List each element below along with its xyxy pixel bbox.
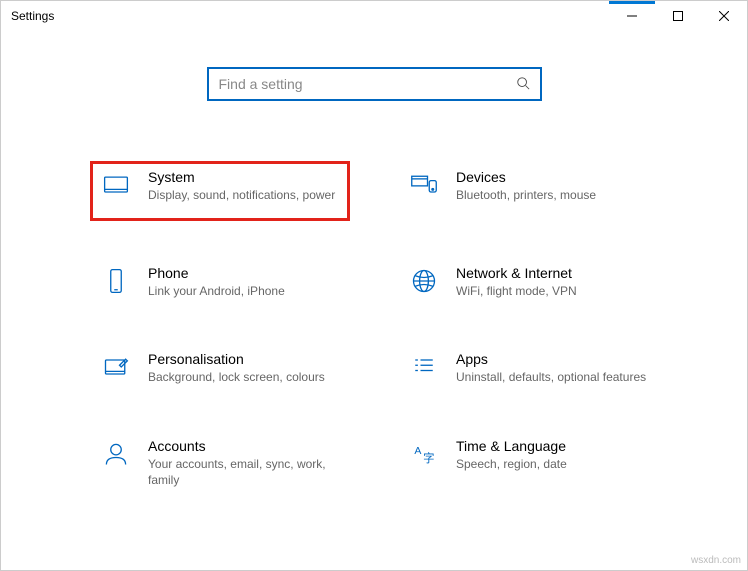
titlebar: Settings bbox=[1, 1, 747, 31]
tile-title: Network & Internet bbox=[456, 265, 577, 281]
close-button[interactable] bbox=[701, 1, 747, 31]
tile-title: Personalisation bbox=[148, 351, 325, 367]
tile-desc: Your accounts, email, sync, work, family bbox=[148, 456, 340, 488]
tile-title: Devices bbox=[456, 169, 596, 185]
search-icon bbox=[516, 76, 530, 93]
tile-title: Apps bbox=[456, 351, 646, 367]
window-title: Settings bbox=[11, 9, 54, 23]
tile-title: System bbox=[148, 169, 335, 185]
tile-desc: Display, sound, notifications, power bbox=[148, 187, 335, 203]
titlebar-accent bbox=[609, 1, 655, 4]
devices-icon bbox=[408, 169, 440, 201]
settings-grid: System Display, sound, notifications, po… bbox=[1, 161, 747, 496]
svg-text:字: 字 bbox=[423, 450, 434, 464]
time-language-icon: A字 bbox=[408, 438, 440, 470]
tile-desc: WiFi, flight mode, VPN bbox=[456, 283, 577, 299]
phone-icon bbox=[100, 265, 132, 297]
tile-desc: Uninstall, defaults, optional features bbox=[456, 369, 646, 385]
tile-phone[interactable]: Phone Link your Android, iPhone bbox=[90, 257, 350, 307]
tile-title: Time & Language bbox=[456, 438, 567, 454]
tile-desc: Speech, region, date bbox=[456, 456, 567, 472]
search-box[interactable] bbox=[207, 67, 542, 101]
tile-title: Accounts bbox=[148, 438, 340, 454]
tile-time-language[interactable]: A字 Time & Language Speech, region, date bbox=[398, 430, 658, 496]
watermark: wsxdn.com bbox=[691, 555, 741, 566]
tile-desc: Bluetooth, printers, mouse bbox=[456, 187, 596, 203]
tile-accounts[interactable]: Accounts Your accounts, email, sync, wor… bbox=[90, 430, 350, 496]
accounts-icon bbox=[100, 438, 132, 470]
apps-icon bbox=[408, 351, 440, 383]
maximize-button[interactable] bbox=[655, 1, 701, 31]
tile-system[interactable]: System Display, sound, notifications, po… bbox=[90, 161, 350, 221]
system-icon bbox=[100, 169, 132, 201]
search-input[interactable] bbox=[219, 76, 516, 92]
tile-apps[interactable]: Apps Uninstall, defaults, optional featu… bbox=[398, 343, 658, 393]
tile-devices[interactable]: Devices Bluetooth, printers, mouse bbox=[398, 161, 658, 221]
window-controls bbox=[609, 1, 747, 31]
tile-desc: Background, lock screen, colours bbox=[148, 369, 325, 385]
globe-icon bbox=[408, 265, 440, 297]
tile-title: Phone bbox=[148, 265, 285, 281]
minimize-button[interactable] bbox=[609, 1, 655, 31]
personalisation-icon bbox=[100, 351, 132, 383]
tile-desc: Link your Android, iPhone bbox=[148, 283, 285, 299]
tile-network[interactable]: Network & Internet WiFi, flight mode, VP… bbox=[398, 257, 658, 307]
tile-personalisation[interactable]: Personalisation Background, lock screen,… bbox=[90, 343, 350, 393]
svg-text:A: A bbox=[414, 445, 421, 457]
